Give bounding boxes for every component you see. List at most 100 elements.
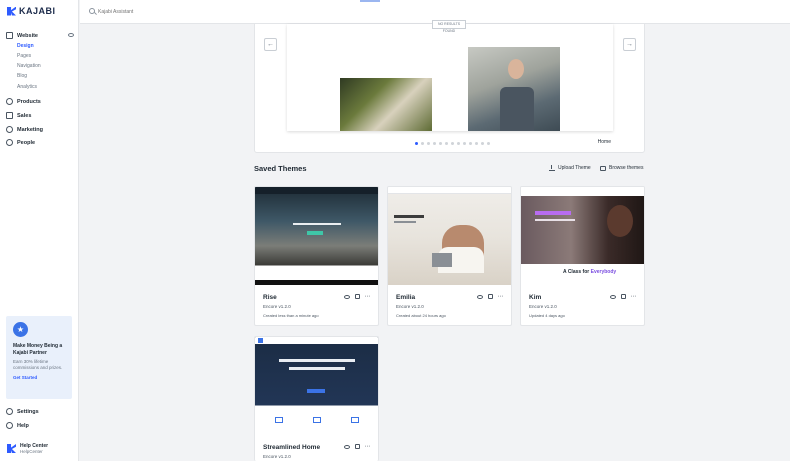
theme-name: Emilia bbox=[396, 294, 416, 301]
theme-preview[interactable]: NO RESULTS FOUND bbox=[287, 20, 613, 131]
card-actions: ··· bbox=[476, 293, 504, 300]
thumb-heading bbox=[394, 215, 424, 218]
theme-card-rise[interactable]: Rise ··· Encore v1.2.0 Created less than… bbox=[254, 186, 379, 326]
carousel-current-label: Home bbox=[597, 139, 611, 145]
theme-card-emilia[interactable]: Emilia ··· Encore v1.2.0 Created about 2… bbox=[387, 186, 512, 326]
thumb-heading bbox=[279, 359, 355, 362]
more-icon[interactable]: ··· bbox=[365, 293, 371, 300]
products-icon bbox=[6, 98, 13, 105]
thumb-feature bbox=[313, 417, 321, 423]
kajabi-logo-icon bbox=[7, 6, 16, 16]
sidebar-item-sales[interactable]: Sales bbox=[6, 112, 74, 119]
copy-icon[interactable] bbox=[354, 444, 360, 449]
card-actions: ··· bbox=[343, 443, 371, 450]
people-icon bbox=[6, 139, 13, 146]
top-indicator bbox=[360, 0, 380, 2]
carousel-dot[interactable] bbox=[469, 142, 472, 145]
sidebar-item-label: People bbox=[17, 139, 36, 146]
upload-theme-button[interactable]: Upload Theme bbox=[549, 165, 591, 171]
theme-card-kim[interactable]: A Class for Everybody Kim ··· Encore v1.… bbox=[520, 186, 645, 326]
eye-icon[interactable] bbox=[68, 33, 74, 37]
search-input[interactable] bbox=[98, 6, 298, 17]
carousel-dot[interactable] bbox=[427, 142, 430, 145]
theme-name: Rise bbox=[263, 294, 277, 301]
get-started-link[interactable]: Get Started bbox=[13, 375, 65, 380]
carousel-dot[interactable] bbox=[463, 142, 466, 145]
theme-name: Streamlined Home bbox=[263, 444, 321, 451]
carousel-dot[interactable] bbox=[445, 142, 448, 145]
more-icon[interactable]: ··· bbox=[631, 293, 637, 300]
theme-name: Kim bbox=[529, 294, 542, 301]
sidebar-item-website[interactable]: Website bbox=[6, 32, 74, 39]
browse-themes-button[interactable]: Browse themes bbox=[600, 165, 643, 171]
thumb-text bbox=[535, 219, 575, 221]
sidebar-item-settings[interactable]: Settings bbox=[6, 408, 74, 415]
copy-icon[interactable] bbox=[487, 294, 493, 299]
gear-icon bbox=[6, 408, 13, 415]
chef-image bbox=[468, 47, 560, 131]
sidebar-item-label: Help bbox=[17, 422, 29, 429]
sidebar-subitem-blog[interactable]: Blog bbox=[17, 73, 27, 79]
copy-icon[interactable] bbox=[354, 294, 360, 299]
sidebar: KAJABI Website Design Pages Navigation B… bbox=[0, 0, 79, 461]
sidebar-item-label: Sales bbox=[17, 112, 32, 119]
help-center-subtitle: HelpCenter bbox=[20, 449, 43, 454]
thumb-band bbox=[255, 280, 378, 285]
upload-icon bbox=[549, 165, 555, 171]
upload-theme-label: Upload Theme bbox=[558, 165, 591, 171]
chef-apron bbox=[500, 87, 534, 131]
copy-icon[interactable] bbox=[620, 294, 626, 299]
search-icon bbox=[89, 8, 95, 14]
sidebar-subitem-analytics[interactable]: Analytics bbox=[17, 84, 37, 90]
thumb-button bbox=[307, 389, 325, 393]
partner-promo: ★ Make Money Being a Kajabi Partner Earn… bbox=[6, 316, 72, 399]
chef-face bbox=[508, 59, 524, 79]
thumb-heading bbox=[535, 211, 571, 215]
sidebar-item-people[interactable]: People bbox=[6, 139, 74, 146]
more-icon[interactable]: ··· bbox=[498, 293, 504, 300]
preview-eye-icon[interactable] bbox=[343, 294, 350, 299]
megaphone-icon bbox=[6, 126, 13, 133]
browse-icon bbox=[600, 165, 606, 171]
sidebar-item-marketing[interactable]: Marketing bbox=[6, 126, 74, 133]
saved-themes-title: Saved Themes bbox=[254, 164, 307, 173]
theme-thumbnail[interactable] bbox=[388, 187, 511, 285]
more-icon[interactable]: ··· bbox=[365, 443, 371, 450]
preview-eye-icon[interactable] bbox=[343, 444, 350, 449]
carousel-dot[interactable] bbox=[433, 142, 436, 145]
sidebar-item-help[interactable]: Help bbox=[6, 422, 74, 429]
help-center[interactable]: Help Center HelpCenter bbox=[7, 443, 48, 454]
theme-thumbnail[interactable] bbox=[255, 187, 378, 285]
carousel-dot[interactable] bbox=[451, 142, 454, 145]
carousel-dot[interactable] bbox=[457, 142, 460, 145]
theme-version: Encore v1.2.0 bbox=[263, 304, 291, 309]
theme-card-streamlined-home[interactable]: Streamlined Home ··· Encore v1.2.0 bbox=[254, 336, 379, 461]
sidebar-subitem-pages[interactable]: Pages bbox=[17, 53, 31, 59]
preview-eye-icon[interactable] bbox=[476, 294, 483, 299]
carousel-dot[interactable] bbox=[421, 142, 424, 145]
card-actions: ··· bbox=[609, 293, 637, 300]
carousel-dot[interactable] bbox=[475, 142, 478, 145]
carousel-dot[interactable] bbox=[487, 142, 490, 145]
thumb-laptop bbox=[432, 253, 452, 267]
help-icon bbox=[6, 422, 13, 429]
carousel-dot[interactable] bbox=[415, 142, 418, 145]
carousel-dot[interactable] bbox=[481, 142, 484, 145]
theme-version: Encore v1.2.0 bbox=[396, 304, 424, 309]
sidebar-subitem-navigation[interactable]: Navigation bbox=[17, 63, 41, 69]
sidebar-subitem-design[interactable]: Design bbox=[17, 43, 34, 49]
carousel-prev-button[interactable]: ← bbox=[264, 38, 277, 51]
kajabi-logo[interactable]: KAJABI bbox=[7, 6, 56, 16]
sidebar-item-label: Settings bbox=[17, 408, 39, 415]
theme-thumbnail[interactable]: A Class for Everybody bbox=[521, 187, 644, 285]
preview-eye-icon[interactable] bbox=[609, 294, 616, 299]
carousel-dots bbox=[415, 142, 490, 145]
browse-themes-label: Browse themes bbox=[609, 165, 644, 171]
sidebar-item-products[interactable]: Products bbox=[6, 98, 74, 105]
sidebar-item-label: Products bbox=[17, 98, 41, 105]
carousel-dot[interactable] bbox=[439, 142, 442, 145]
promo-body: Earn 30% lifetime commissions and prizes… bbox=[13, 359, 63, 370]
theme-thumbnail[interactable] bbox=[255, 337, 378, 435]
caption-accent: Everybody bbox=[590, 269, 617, 275]
carousel-next-button[interactable]: → bbox=[623, 38, 636, 51]
